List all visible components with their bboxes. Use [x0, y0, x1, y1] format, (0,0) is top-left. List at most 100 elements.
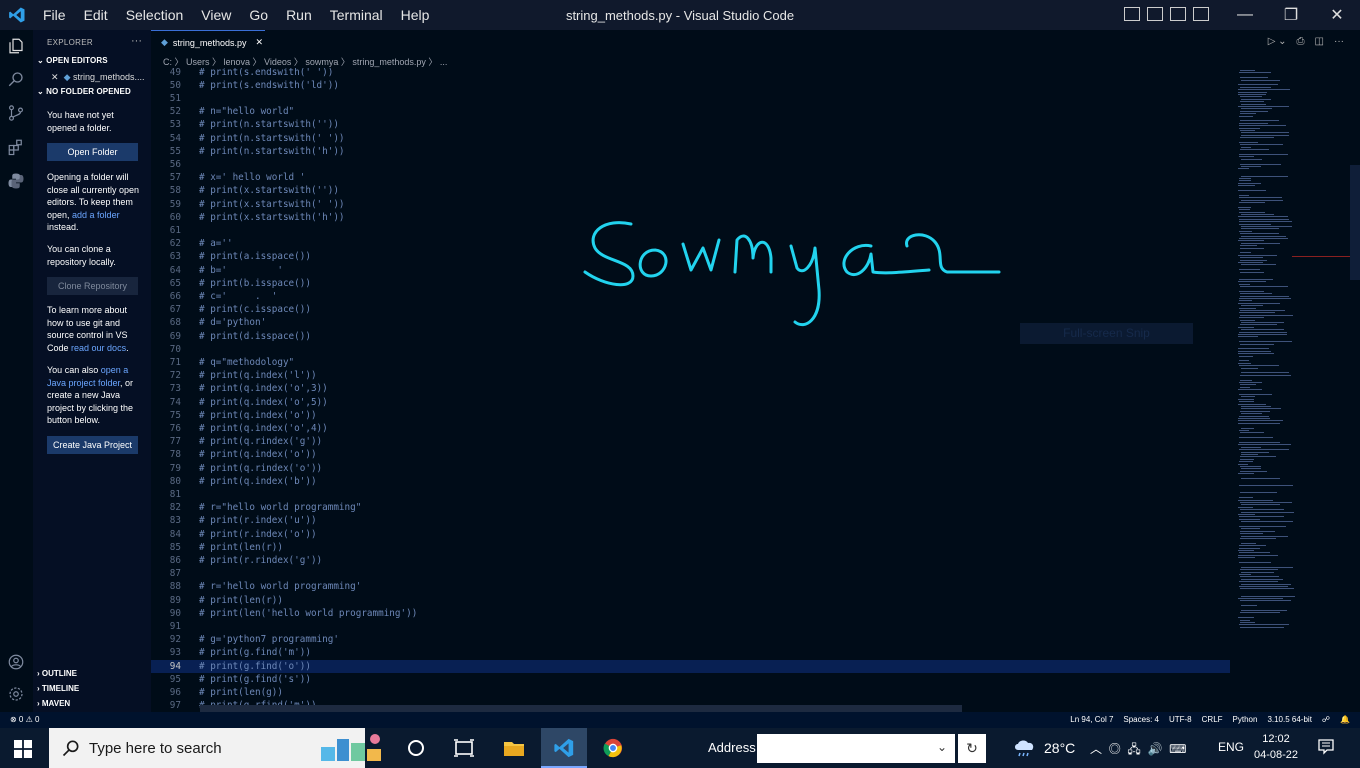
- code-line[interactable]: 89 # print(len(r)): [151, 594, 1230, 607]
- code-line[interactable]: 77 # print(q.rindex('g')): [151, 435, 1230, 448]
- minimap[interactable]: [1230, 68, 1360, 712]
- menu-edit[interactable]: Edit: [75, 0, 117, 30]
- code-line[interactable]: 85 # print(len(r)): [151, 541, 1230, 554]
- horizontal-scrollbar[interactable]: [200, 705, 962, 712]
- file-explorer-icon[interactable]: [503, 738, 525, 758]
- code-line[interactable]: 53 # print(n.startswith('')): [151, 118, 1230, 131]
- menu-file[interactable]: File: [34, 0, 75, 30]
- address-refresh-icon[interactable]: ↻: [958, 734, 986, 763]
- input-language[interactable]: ENG: [1218, 740, 1244, 754]
- menu-view[interactable]: View: [192, 0, 240, 30]
- code-line[interactable]: 92 # g='python7 programming': [151, 633, 1230, 646]
- code-line[interactable]: 73 # print(q.index('o',3)): [151, 382, 1230, 395]
- search-icon[interactable]: [5, 68, 27, 90]
- close-editor-icon[interactable]: ✕: [51, 72, 59, 82]
- keyboard-icon[interactable]: ⌨: [1169, 742, 1186, 756]
- encoding[interactable]: UTF-8: [1169, 715, 1192, 724]
- code-line[interactable]: 55 # print(n.startswith('h')): [151, 145, 1230, 158]
- no-folder-header[interactable]: ⌄ NO FOLDER OPENED: [37, 87, 131, 96]
- open-editor-item[interactable]: ✕ ◆ string_methods....: [51, 72, 145, 83]
- clock[interactable]: 12:02 04-08-22: [1254, 731, 1298, 763]
- extensions-icon[interactable]: [5, 136, 27, 158]
- network-icon[interactable]: 🖧: [1127, 742, 1140, 756]
- code-line[interactable]: 86 # print(r.rindex('g')): [151, 554, 1230, 567]
- explorer-icon[interactable]: [5, 35, 27, 57]
- toggle-panel-icon[interactable]: [1147, 7, 1163, 21]
- taskbar-vscode-button[interactable]: [541, 728, 587, 768]
- language-mode[interactable]: Python: [1233, 715, 1258, 724]
- close-tab-icon[interactable]: ✕: [255, 37, 263, 48]
- python-interpreter[interactable]: 3.10.5 64-bit: [1267, 715, 1311, 724]
- cortana-icon[interactable]: [405, 738, 427, 758]
- feedback-icon[interactable]: ☍: [1322, 715, 1330, 724]
- code-line[interactable]: 87: [151, 567, 1230, 580]
- code-line[interactable]: 96 # print(len(g)): [151, 686, 1230, 699]
- code-line[interactable]: 52 # n="hello world": [151, 105, 1230, 118]
- code-line[interactable]: 58 # print(x.startswith('')): [151, 184, 1230, 197]
- code-line[interactable]: 71 # q="methodology": [151, 356, 1230, 369]
- chrome-icon[interactable]: [602, 738, 624, 758]
- code-line[interactable]: 93 # print(g.find('m')): [151, 646, 1230, 659]
- line-ending[interactable]: CRLF: [1202, 715, 1223, 724]
- code-line[interactable]: 59 # print(x.startswith(' ')): [151, 198, 1230, 211]
- chevron-down-icon[interactable]: ⌄: [937, 740, 947, 754]
- code-line[interactable]: 88 # r='hello world programming': [151, 580, 1230, 593]
- code-line[interactable]: 50 # print(s.endswith('ld')): [151, 79, 1230, 92]
- code-line[interactable]: 94 # print(g.find('o')): [151, 659, 1230, 673]
- timeline-section[interactable]: › TIMELINE: [37, 684, 79, 693]
- code-line[interactable]: 75 # print(q.index('o')): [151, 409, 1230, 422]
- source-control-icon[interactable]: [5, 102, 27, 124]
- code-line[interactable]: 54 # print(n.startswith(' ')): [151, 132, 1230, 145]
- indentation[interactable]: Spaces: 4: [1123, 715, 1159, 724]
- vertical-scrollbar[interactable]: [1350, 165, 1360, 280]
- chevron-up-icon[interactable]: ︿: [1090, 742, 1102, 756]
- tab-string-methods[interactable]: ◆ string_methods.py ✕: [151, 30, 265, 54]
- breadcrumb[interactable]: C: 〉 Users 〉 lenova 〉 Videos 〉 sowmya 〉 …: [163, 55, 447, 69]
- action-center-icon[interactable]: [1318, 739, 1334, 755]
- more-actions-icon[interactable]: ···: [131, 35, 142, 47]
- menu-terminal[interactable]: Terminal: [321, 0, 392, 30]
- code-line[interactable]: 80 # print(q.index('b')): [151, 475, 1230, 488]
- code-line[interactable]: 90 # print(len('hello world programming')…: [151, 607, 1230, 620]
- customize-layout-icon[interactable]: [1193, 7, 1209, 21]
- code-line[interactable]: 76 # print(q.index('o',4)): [151, 422, 1230, 435]
- code-line[interactable]: 83 # print(r.index('u')): [151, 514, 1230, 527]
- code-line[interactable]: 74 # print(q.index('o',5)): [151, 396, 1230, 409]
- more-icon[interactable]: ···: [1334, 36, 1344, 47]
- add-folder-link[interactable]: add a folder: [72, 210, 120, 220]
- clone-repository-button[interactable]: Clone Repository: [47, 277, 138, 295]
- toggle-primary-sidebar-icon[interactable]: [1124, 7, 1140, 21]
- code-line[interactable]: 49 # print(s.endswith(' ')): [151, 68, 1230, 79]
- code-line[interactable]: 78 # print(q.index('o')): [151, 448, 1230, 461]
- split-editor-icon[interactable]: ◫: [1315, 36, 1324, 47]
- code-line[interactable]: 82 # r="hello world programming": [151, 501, 1230, 514]
- account-icon[interactable]: [5, 651, 27, 673]
- task-view-icon[interactable]: [453, 738, 475, 758]
- code-line[interactable]: 70: [151, 343, 1230, 356]
- code-line[interactable]: 95 # print(g.find('s')): [151, 673, 1230, 686]
- code-line[interactable]: 51: [151, 92, 1230, 105]
- code-line[interactable]: 81: [151, 488, 1230, 501]
- address-input[interactable]: ⌄: [757, 734, 955, 763]
- code-line[interactable]: 72 # print(q.index('l')): [151, 369, 1230, 382]
- code-line[interactable]: 84 # print(r.index('o')): [151, 528, 1230, 541]
- settings-gear-icon[interactable]: [5, 683, 27, 705]
- taskbar-search-box[interactable]: Type here to search: [49, 728, 381, 768]
- notifications-bell-icon[interactable]: 🔔: [1340, 715, 1350, 724]
- windows-start-icon[interactable]: [14, 740, 32, 758]
- minimize-icon[interactable]: —: [1222, 0, 1268, 30]
- menu-go[interactable]: Go: [240, 0, 277, 30]
- menu-run[interactable]: Run: [277, 0, 321, 30]
- code-line[interactable]: 57 # x=' hello world ': [151, 171, 1230, 184]
- create-java-project-button[interactable]: Create Java Project: [47, 436, 138, 454]
- code-editor[interactable]: 49 # print(s.endswith(' ')) 50 # print(s.en…: [151, 68, 1230, 712]
- volume-icon[interactable]: 🔊: [1147, 742, 1162, 756]
- menu-help[interactable]: Help: [392, 0, 439, 30]
- meet-now-icon[interactable]: ◎: [1109, 742, 1121, 756]
- code-line[interactable]: 79 # print(q.rindex('o')): [151, 462, 1230, 475]
- open-editors-header[interactable]: ⌄ OPEN EDITORS: [37, 56, 108, 65]
- open-folder-button[interactable]: Open Folder: [47, 143, 138, 161]
- restore-icon[interactable]: ❐: [1268, 0, 1314, 30]
- problems-indicator[interactable]: ⊗ 0 ⚠ 0: [10, 715, 39, 724]
- code-line[interactable]: 56: [151, 158, 1230, 171]
